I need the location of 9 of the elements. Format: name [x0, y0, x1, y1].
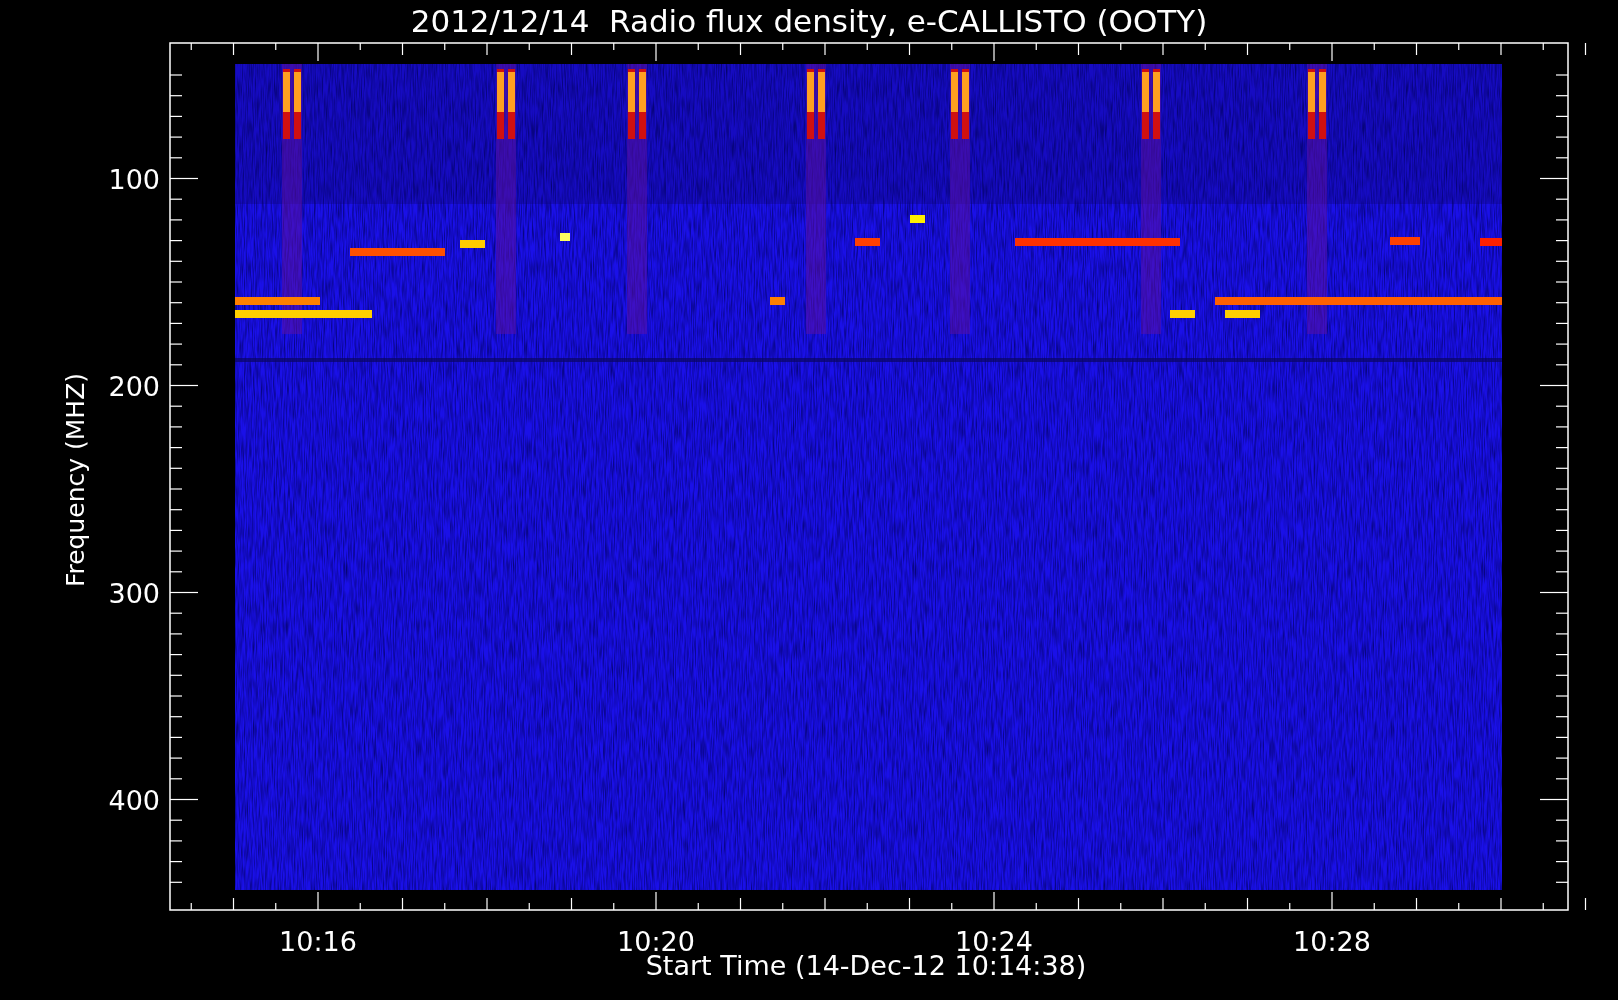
y-tick-label: 200	[108, 370, 160, 402]
y-tick-label: 300	[108, 577, 160, 609]
x-tick-label: 10:28	[1293, 926, 1371, 957]
x-axis-label: Start Time (14-Dec-12 10:14:38)	[645, 950, 1087, 981]
x-tick-label: 10:16	[279, 926, 357, 957]
y-tick-label: 400	[108, 784, 160, 816]
y-axis-label: Frequency (MHZ)	[61, 372, 90, 588]
chart-title: 2012/12/14 Radio flux density, e-CALLISTO (OOTY)	[410, 3, 1208, 39]
y-tick-label: 100	[108, 163, 160, 195]
